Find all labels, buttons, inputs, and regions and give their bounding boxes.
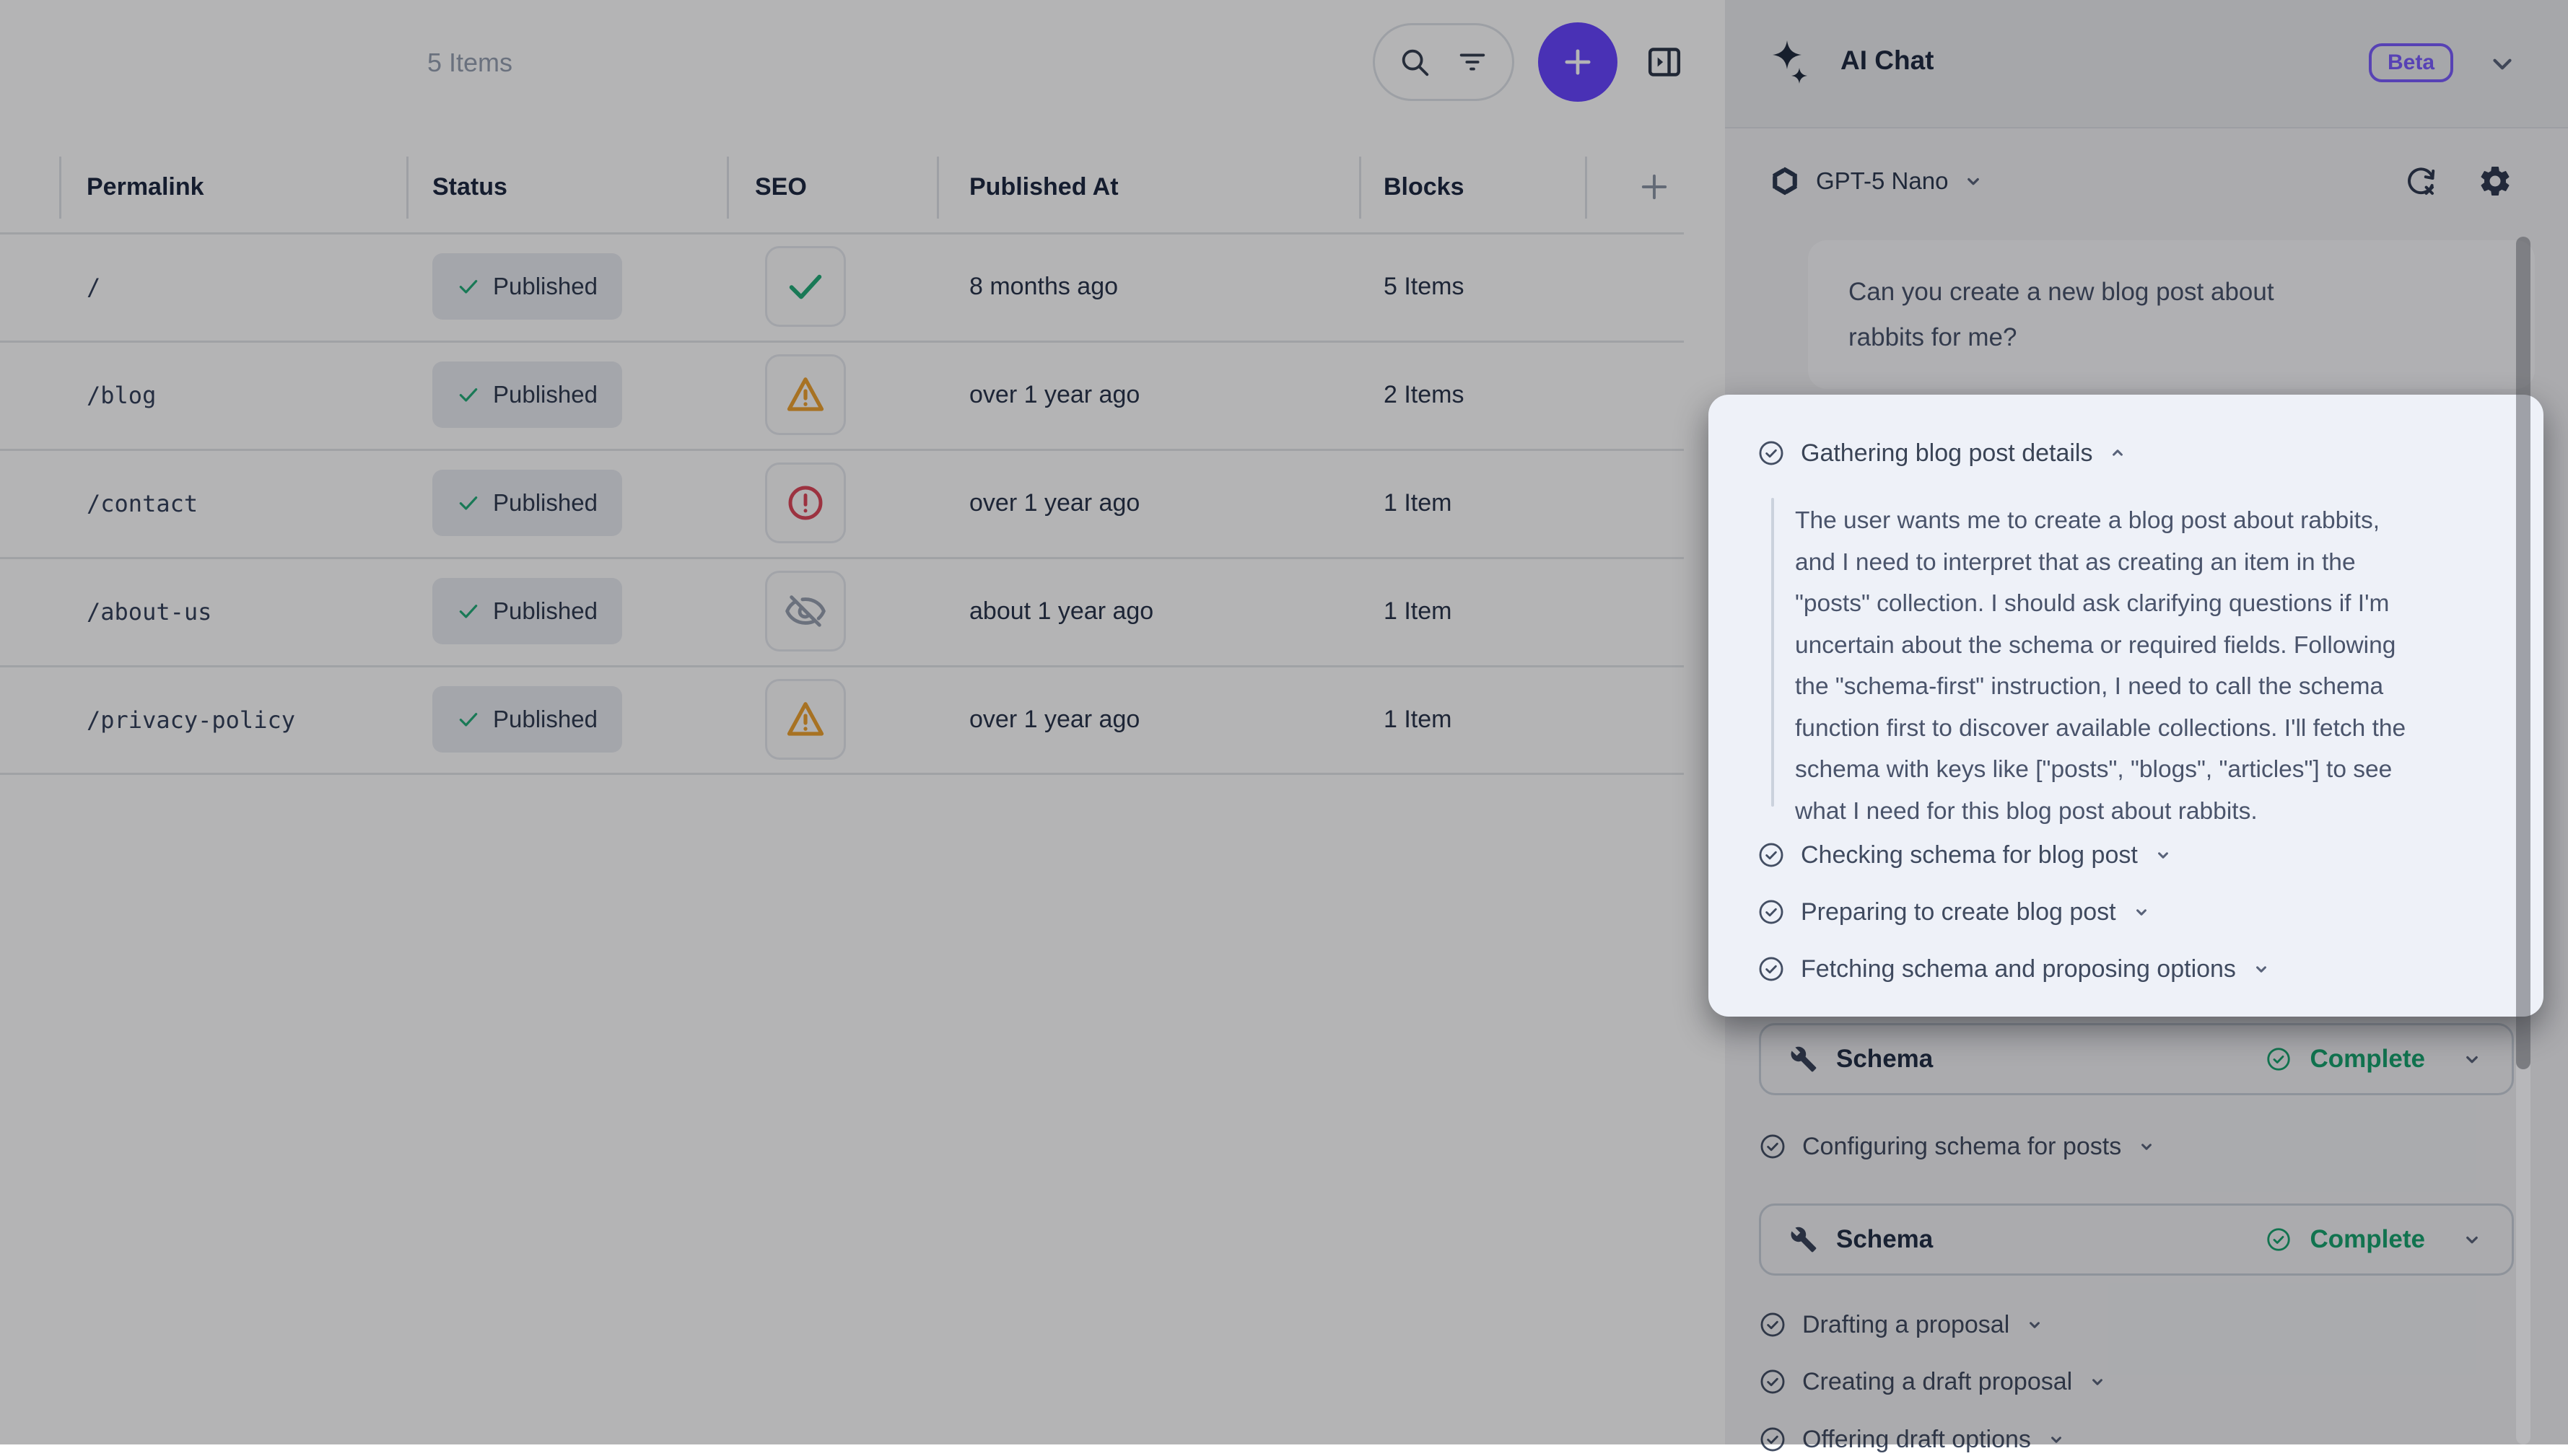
thinking-quote-border: [1771, 498, 1774, 807]
reasoning-step[interactable]: Preparing to create blog post: [1757, 895, 2151, 929]
thinking-body: The user wants me to create a blog post …: [1795, 500, 2406, 832]
step-chevron-down-icon: [2252, 960, 2271, 978]
collapse-chevron-up-icon: [2108, 444, 2127, 462]
step-check-circle-icon: [1757, 439, 1785, 467]
step-check-circle-icon: [1757, 955, 1785, 983]
chat-scrollbar-thumb[interactable]: [2516, 237, 2530, 1069]
reasoning-step[interactable]: Fetching schema and proposing options: [1757, 952, 2271, 986]
step-check-circle-icon: [1757, 841, 1785, 869]
step-check-circle-icon: [1757, 898, 1785, 926]
step-chevron-down-icon: [2154, 846, 2172, 864]
thinking-spotlight-card: Gathering blog post details The user wan…: [1708, 395, 2543, 1017]
thinking-header[interactable]: Gathering blog post details: [1757, 437, 2127, 470]
step-chevron-down-icon: [2132, 903, 2151, 921]
reasoning-step[interactable]: Checking schema for blog post: [1757, 838, 2172, 872]
